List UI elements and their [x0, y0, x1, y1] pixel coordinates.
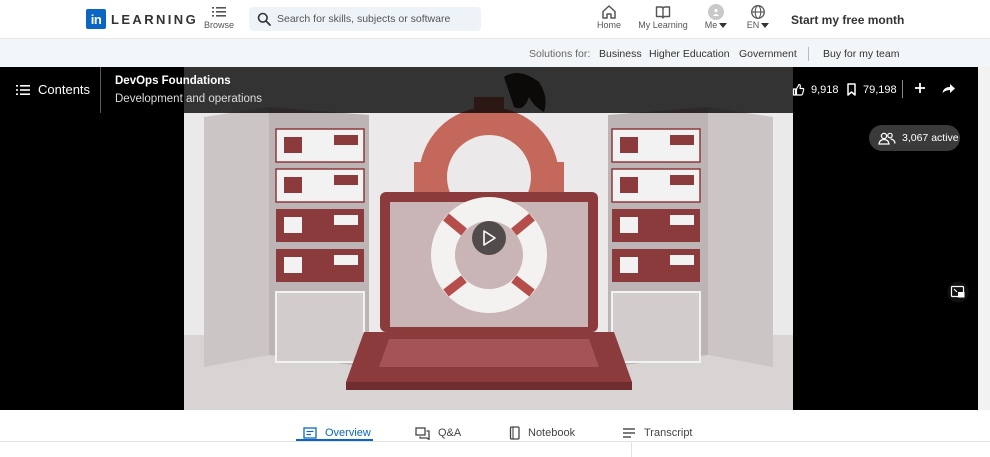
- lang-label: EN: [746, 20, 760, 30]
- search-bar[interactable]: [249, 7, 481, 31]
- tab-qa-label: Q&A: [438, 427, 462, 439]
- logo-mark: in: [86, 9, 106, 29]
- search-input[interactable]: [277, 13, 467, 25]
- tab-overview-label: Overview: [325, 427, 371, 439]
- chevron-down-icon: [761, 23, 770, 29]
- contents-label: Contents: [38, 82, 91, 97]
- linkedin-learning-logo[interactable]: in LEARNING: [86, 9, 198, 29]
- pip-icon: [947, 281, 969, 303]
- chevron-down-icon: [719, 23, 728, 29]
- save-count: 79,198: [863, 83, 897, 96]
- solutions-label: Solutions for:: [529, 48, 591, 60]
- add-to-collection-button[interactable]: [913, 81, 927, 100]
- home-label: Home: [596, 20, 621, 30]
- home-icon: [602, 5, 616, 19]
- list-icon: [212, 7, 226, 17]
- header-actions-divider: [902, 80, 903, 98]
- tab-notebook-label: Notebook: [528, 427, 576, 439]
- nav-my-learning[interactable]: My Learning: [637, 4, 689, 30]
- share-icon: [942, 84, 955, 93]
- browse-label: Browse: [203, 20, 234, 30]
- save-button[interactable]: 79,198: [846, 83, 897, 96]
- header-divider: [100, 67, 101, 113]
- content-column-divider: [631, 442, 632, 457]
- me-label: Me: [704, 20, 718, 30]
- person-icon: [713, 8, 719, 16]
- lang-label-wrap: EN: [744, 20, 772, 30]
- overview-icon: [303, 427, 317, 439]
- play-icon: [483, 230, 496, 246]
- book-icon: [655, 6, 671, 19]
- solutions-business-link[interactable]: Business: [599, 48, 642, 60]
- nav-home[interactable]: Home: [596, 4, 622, 30]
- globe-icon: [751, 5, 765, 19]
- tab-transcript[interactable]: Transcript: [622, 418, 693, 448]
- transcript-icon: [623, 428, 635, 438]
- tab-qa[interactable]: Q&A: [415, 418, 461, 448]
- content-tabs: Overview Q&A Notebook Transcript: [0, 410, 990, 457]
- like-count: 9,918: [811, 83, 839, 96]
- notebook-icon: [509, 426, 520, 440]
- player-header: Contents DevOps Foundations Development …: [0, 67, 978, 113]
- logo-text: LEARNING: [111, 11, 199, 27]
- nav-me-menu[interactable]: Me: [702, 4, 730, 30]
- global-nav: in LEARNING Browse Home My Learning: [0, 0, 990, 38]
- people-icon: [878, 132, 896, 145]
- me-label-wrap: Me: [702, 20, 730, 30]
- picture-in-picture-button[interactable]: [947, 281, 969, 303]
- video-player[interactable]: Contents DevOps Foundations Development …: [0, 67, 978, 410]
- bookmark-icon: [847, 83, 856, 96]
- play-button[interactable]: [472, 221, 506, 255]
- contents-button[interactable]: Contents: [16, 82, 90, 97]
- search-icon: [257, 12, 271, 26]
- active-learners-badge: 3,067 active: [869, 125, 960, 151]
- share-button[interactable]: [941, 81, 956, 100]
- thumbs-up-icon: [792, 83, 805, 96]
- tab-transcript-label: Transcript: [644, 427, 693, 439]
- active-learners-count: 3,067 active: [902, 132, 959, 144]
- solutions-bar: Solutions for: Business Higher Education…: [0, 38, 990, 67]
- solutions-divider: [808, 47, 809, 61]
- page-scrollbar[interactable]: [978, 67, 990, 410]
- my-learning-label: My Learning: [638, 20, 688, 30]
- solutions-government-link[interactable]: Government: [739, 48, 797, 60]
- like-button[interactable]: 9,918: [792, 83, 839, 96]
- avatar: [708, 4, 724, 20]
- chat-icon: [415, 426, 430, 440]
- course-subtitle: Development and operations: [115, 93, 263, 105]
- course-title: DevOps Foundations: [115, 75, 231, 87]
- menu-icon: [16, 84, 30, 95]
- browse-button[interactable]: Browse: [203, 4, 235, 30]
- tabs-divider: [0, 441, 990, 442]
- tab-overview[interactable]: Overview: [303, 418, 371, 448]
- nav-language[interactable]: EN: [744, 4, 772, 30]
- buy-for-team-link[interactable]: Buy for my team: [823, 48, 899, 60]
- start-free-month-link[interactable]: Start my free month: [791, 13, 904, 27]
- plus-icon: [915, 83, 925, 93]
- solutions-higher-education-link[interactable]: Higher Education: [649, 48, 730, 60]
- tab-notebook[interactable]: Notebook: [509, 418, 575, 448]
